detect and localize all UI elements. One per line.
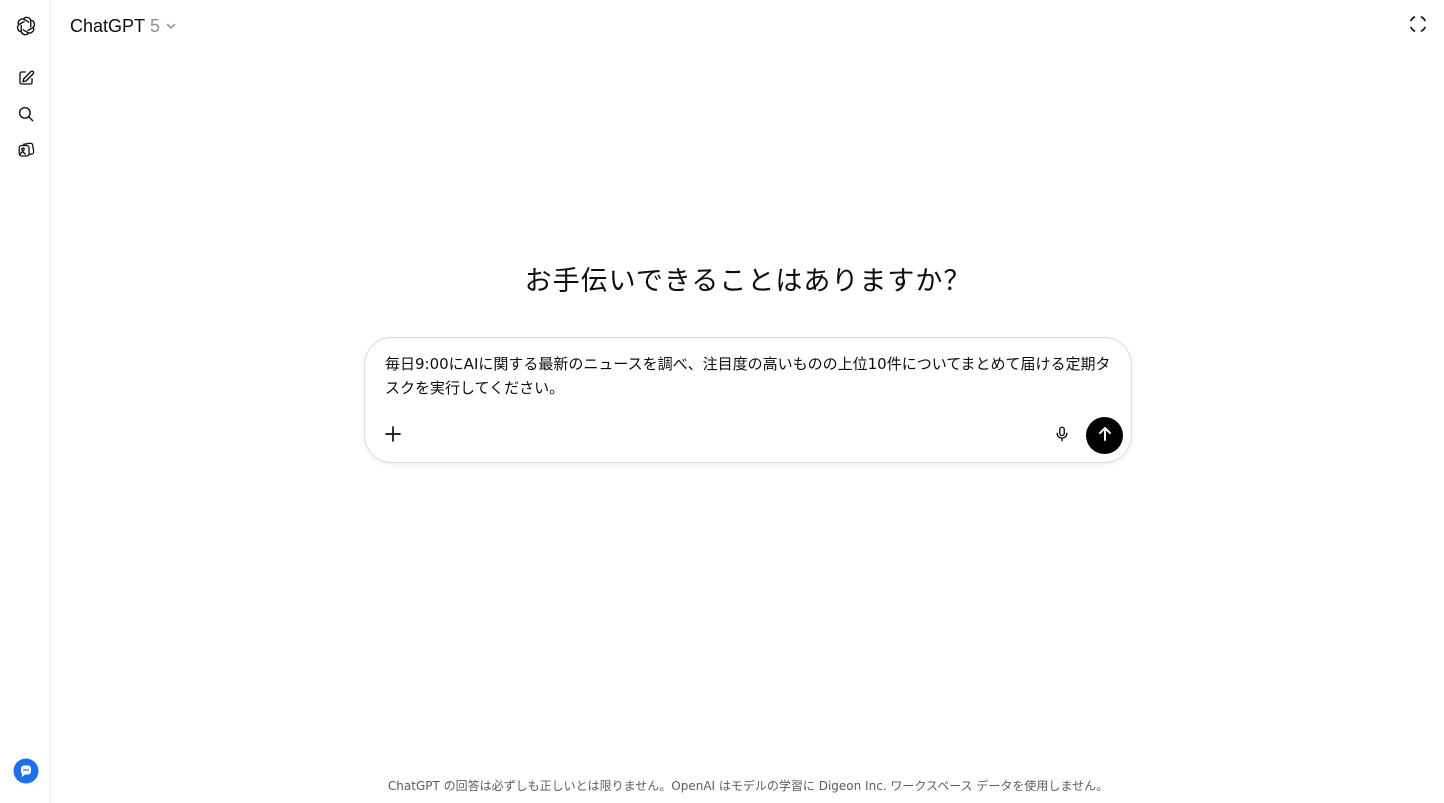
search-chats-button[interactable] [8,96,44,132]
openai-logo-button[interactable] [8,8,44,44]
library-icon [17,141,35,159]
send-button[interactable] [1086,417,1123,454]
add-attachment-button[interactable] [377,420,409,452]
chat-help-icon [13,758,39,788]
plus-icon [384,425,402,447]
help-button[interactable] [13,758,39,788]
page-title: お手伝いできることはありますか？ [524,266,972,297]
new-chat-button[interactable] [8,60,44,96]
new-chat-icon [17,69,35,87]
prompt-composer: 毎日9:00にAIに関する最新のニュースを調べ、注目度の高いものの上位10件につ… [364,337,1132,463]
dictation-button[interactable] [1046,420,1078,452]
temporary-chat-button[interactable] [1400,8,1436,44]
model-selector[interactable]: ChatGPT 5 [62,10,185,42]
prompt-input[interactable]: 毎日9:00にAIに関する最新のニュースを調べ、注目度の高いものの上位10件につ… [385,352,1113,400]
model-name: ChatGPT [70,15,146,36]
openai-logo-icon [15,15,37,37]
library-button[interactable] [8,132,44,168]
dashed-circle-icon [1408,14,1428,38]
model-version: 5 [150,15,161,36]
disclaimer-text: ChatGPT の回答は必ずしも正しいとは限りません。OpenAI はモデルの学… [387,779,1109,793]
search-icon [17,105,35,123]
microphone-icon [1053,425,1071,447]
sidebar-rail [0,0,51,803]
arrow-up-icon [1096,425,1114,447]
chevron-down-icon [165,20,177,32]
